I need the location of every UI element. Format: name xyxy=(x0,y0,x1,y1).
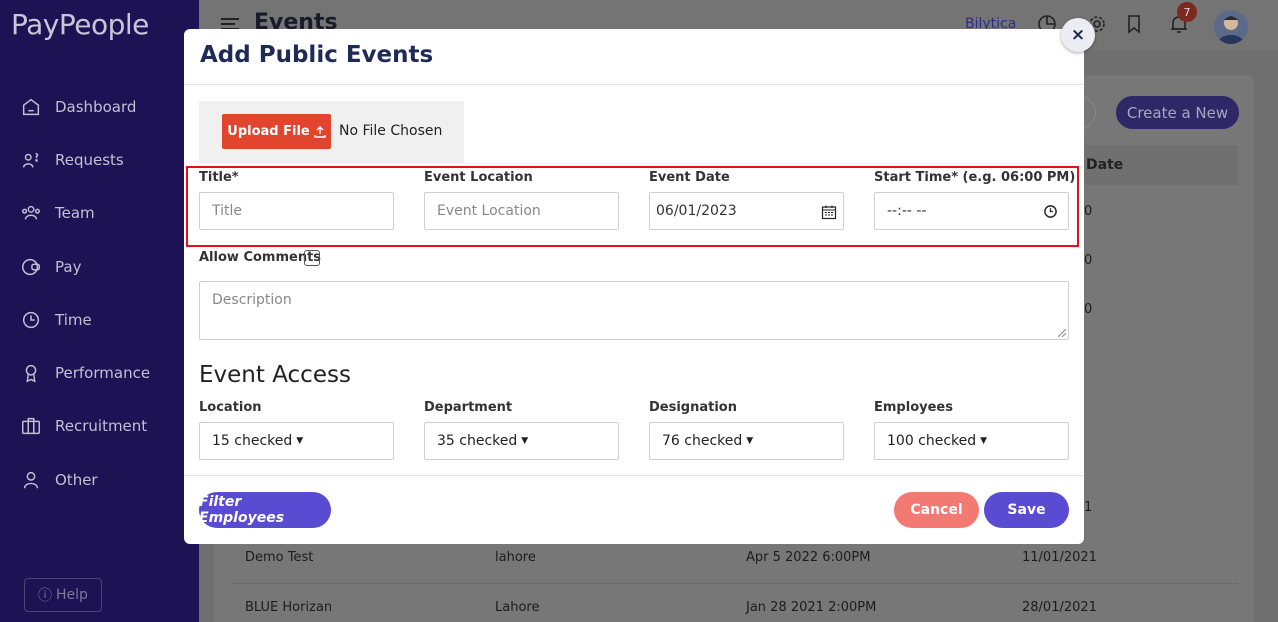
sidebar-item-label: Team xyxy=(55,204,95,223)
team-icon xyxy=(22,206,40,220)
sidebar-nav: Dashboard Requests Team Pay Time Perform… xyxy=(0,80,199,506)
modal-header: Add Public Events xyxy=(184,29,1084,85)
column-header-date: Date xyxy=(1086,157,1124,173)
file-upload-area: Upload File No File Chosen xyxy=(199,101,464,163)
event-location: lahore xyxy=(495,550,536,565)
bookmark-icon[interactable] xyxy=(1122,12,1146,36)
description-placeholder: Description xyxy=(212,292,292,308)
table-cell: 1 xyxy=(1084,500,1093,515)
table-cell: 0 xyxy=(1084,253,1093,268)
sidebar-item-requests[interactable]: Requests xyxy=(0,133,199,186)
add-event-modal: Add Public Events Upload File No File Ch… xyxy=(184,29,1084,544)
briefcase-icon xyxy=(22,418,40,435)
upload-icon xyxy=(314,125,326,138)
location-dropdown-value: 15 checked xyxy=(212,433,293,449)
location-dropdown[interactable]: 15 checked ▼ xyxy=(199,422,394,460)
wallet-icon xyxy=(22,258,40,275)
caret-down-icon: ▼ xyxy=(980,436,988,446)
help-icon: ⓘ xyxy=(38,588,53,604)
employees-label: Employees xyxy=(874,400,953,415)
file-status: No File Chosen xyxy=(339,123,443,139)
event-name: Demo Test xyxy=(245,550,314,565)
table-row[interactable]: BLUE Horizan Lahore Jan 28 2021 2:00PM 2… xyxy=(245,600,1097,615)
department-label: Department xyxy=(424,400,513,415)
description-textarea[interactable]: Description xyxy=(199,281,1069,340)
create-new-button[interactable]: Create a New xyxy=(1116,96,1239,129)
event-date-label: Event Date xyxy=(649,170,730,185)
event-time: Jan 28 2021 2:00PM xyxy=(746,600,877,615)
modal-title: Add Public Events xyxy=(200,42,434,68)
sidebar-item-time[interactable]: Time xyxy=(0,293,199,346)
department-dropdown-value: 35 checked xyxy=(437,433,518,449)
sidebar-item-label: Performance xyxy=(55,364,151,383)
resize-handle-icon[interactable] xyxy=(1058,329,1066,337)
user-icon xyxy=(23,471,39,489)
event-name: BLUE Horizan xyxy=(245,600,333,615)
event-location-input[interactable]: Event Location xyxy=(424,192,619,230)
sidebar-item-label: Pay xyxy=(55,257,82,276)
title-input[interactable]: Title xyxy=(199,192,394,230)
designation-dropdown[interactable]: 76 checked ▼ xyxy=(649,422,844,460)
department-dropdown[interactable]: 35 checked ▼ xyxy=(424,422,619,460)
help-label: Help xyxy=(56,587,88,603)
allow-comments-label: Allow Comments xyxy=(199,250,322,265)
sidebar-item-label: Recruitment xyxy=(55,417,148,436)
start-time-input[interactable]: --:-- -- xyxy=(874,192,1069,230)
table-row[interactable]: Demo Test lahore Apr 5 2022 6:00PM 11/01… xyxy=(245,550,1097,565)
event-access-title: Event Access xyxy=(199,362,351,388)
start-time-value: --:-- -- xyxy=(887,203,927,219)
filter-employees-button[interactable]: Filter Employees xyxy=(199,492,331,528)
sidebar-item-pay[interactable]: Pay xyxy=(0,240,199,293)
notification-badge: 7 xyxy=(1177,2,1197,22)
brand-logo: PayPeople xyxy=(11,8,149,41)
avatar[interactable] xyxy=(1214,10,1248,44)
location-label: Location xyxy=(199,400,262,415)
sidebar-item-performance[interactable]: Performance xyxy=(0,346,199,399)
event-date-value: 06/01/2023 xyxy=(656,203,737,219)
start-time-label: Start Time* (e.g. 06:00 PM) xyxy=(874,170,1076,185)
save-button[interactable]: Save xyxy=(984,492,1069,528)
employees-dropdown-value: 100 checked xyxy=(887,433,977,449)
event-date: 11/01/2021 xyxy=(1022,550,1097,565)
sidebar-item-recruitment[interactable]: Recruitment xyxy=(0,400,199,453)
allow-comments-checkbox[interactable] xyxy=(304,250,320,266)
award-icon xyxy=(25,365,37,383)
sidebar-item-label: Other xyxy=(55,470,98,489)
close-icon[interactable]: × xyxy=(1061,18,1095,52)
table-cell: 0 xyxy=(1084,302,1093,317)
clock-icon xyxy=(22,311,40,328)
sidebar-item-label: Dashboard xyxy=(55,97,137,116)
event-location: Lahore xyxy=(495,600,540,615)
event-date-input[interactable]: 06/01/2023 xyxy=(649,192,844,230)
row-divider xyxy=(230,583,1238,584)
upload-label: Upload File xyxy=(227,124,310,139)
help-button[interactable]: ⓘ Help xyxy=(24,578,102,612)
title-label: Title* xyxy=(199,170,239,185)
designation-dropdown-value: 76 checked xyxy=(662,433,743,449)
sidebar-item-dashboard[interactable]: Dashboard xyxy=(0,80,199,133)
caret-down-icon: ▼ xyxy=(521,436,529,446)
table-cell: 0 xyxy=(1084,204,1093,219)
event-location-label: Event Location xyxy=(424,170,533,185)
cancel-button[interactable]: Cancel xyxy=(894,492,979,528)
event-time: Apr 5 2022 6:00PM xyxy=(746,550,871,565)
requests-icon xyxy=(22,152,39,168)
home-icon xyxy=(22,98,40,115)
employees-dropdown[interactable]: 100 checked ▼ xyxy=(874,422,1069,460)
sidebar-item-label: Requests xyxy=(55,150,124,169)
upload-file-button[interactable]: Upload File xyxy=(222,114,331,149)
designation-label: Designation xyxy=(649,400,737,415)
caret-down-icon: ▼ xyxy=(746,436,754,446)
clock-icon[interactable] xyxy=(1043,204,1058,219)
sidebar-item-label: Time xyxy=(55,310,92,329)
modal-footer-divider xyxy=(184,475,1084,476)
sidebar-item-team[interactable]: Team xyxy=(0,187,199,240)
calendar-icon[interactable] xyxy=(821,204,837,220)
event-date: 28/01/2021 xyxy=(1022,600,1097,615)
sidebar: PayPeople Dashboard Requests Team Pay Ti… xyxy=(0,0,199,622)
caret-down-icon: ▼ xyxy=(296,436,304,446)
sidebar-item-other[interactable]: Other xyxy=(0,453,199,506)
